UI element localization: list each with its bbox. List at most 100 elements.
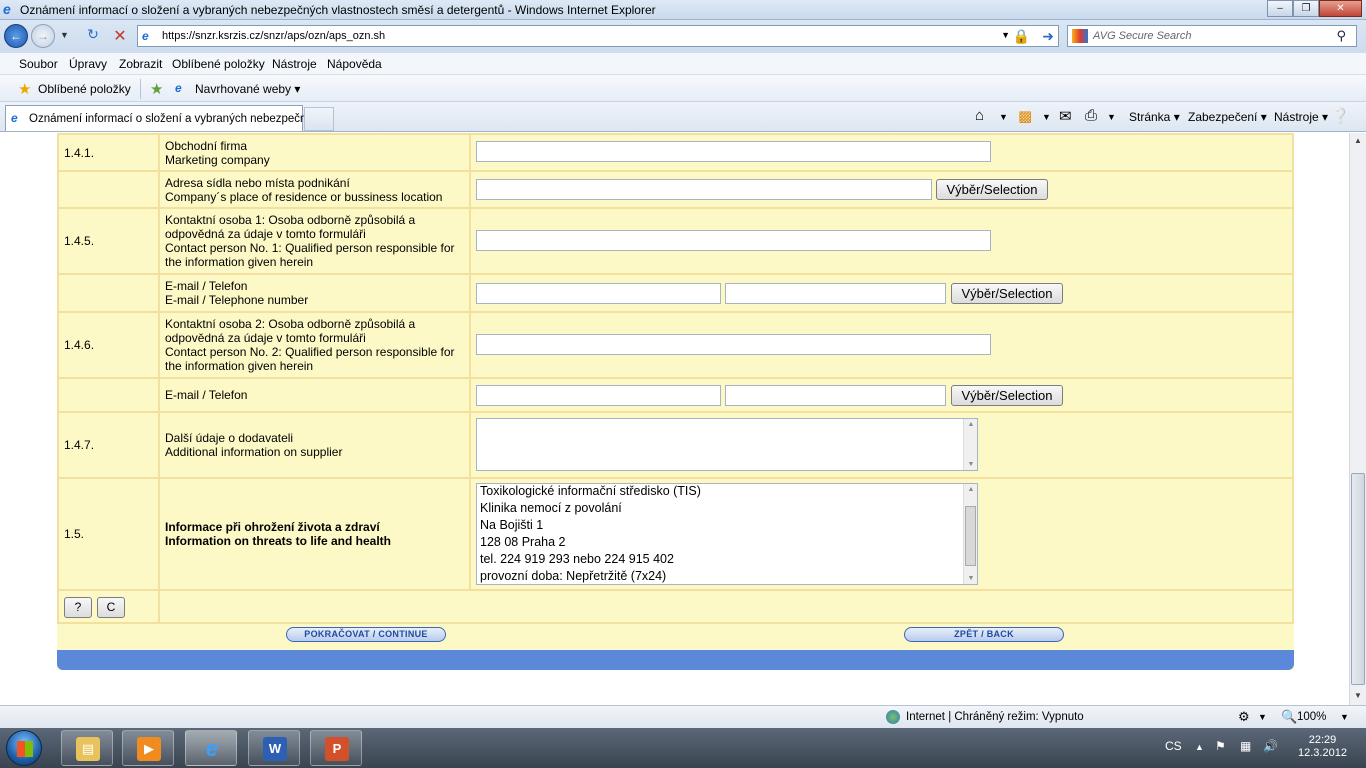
contact-person-1-input[interactable] — [476, 230, 991, 251]
volume-icon[interactable]: 🔊 — [1263, 739, 1278, 753]
zoom-icon[interactable]: 🔍 — [1281, 709, 1297, 725]
tools-menu[interactable]: Nástroje ▾ — [1274, 110, 1328, 124]
supplier-info-textarea[interactable]: ▲ ▼ — [476, 418, 978, 471]
safety-menu[interactable]: Zabezpečení ▾ — [1188, 110, 1267, 124]
email-2-input[interactable] — [476, 385, 721, 406]
folder-icon: ▤ — [76, 737, 100, 761]
start-button[interactable] — [6, 730, 42, 766]
contact-1-selection-button[interactable]: Výběr/Selection — [951, 283, 1063, 304]
close-button[interactable]: ✕ — [1319, 0, 1362, 17]
address-selection-button[interactable]: Výběr/Selection — [936, 179, 1048, 200]
lock-icon[interactable]: 🔒 — [1013, 28, 1030, 45]
menu-view[interactable]: Zobrazit — [119, 57, 162, 71]
search-icon[interactable]: ⚲ — [1336, 28, 1346, 44]
continue-button[interactable]: POKRAČOVAT / CONTINUE — [286, 627, 446, 642]
row-input-cell: ▲ ▼ — [469, 411, 1294, 479]
back-button[interactable]: ← — [4, 24, 28, 48]
contact-2-selection-button[interactable]: Výběr/Selection — [951, 385, 1063, 406]
scroll-up-icon[interactable]: ▲ — [964, 486, 978, 493]
window-title: Oznámení informací o složení a vybraných… — [20, 3, 656, 17]
phone-1-input[interactable] — [725, 283, 946, 304]
suggested-sites-button[interactable]: Navrhované weby ▾ — [195, 82, 300, 96]
row-label: Informace při ohrožení života a zdraví I… — [158, 477, 471, 591]
refresh-icon[interactable]: ↻ — [82, 26, 104, 46]
search-placeholder[interactable]: AVG Secure Search — [1093, 30, 1191, 42]
row-label: Obchodní firma Marketing company — [158, 133, 471, 172]
phone-2-input[interactable] — [725, 385, 946, 406]
new-tab-button[interactable] — [304, 107, 334, 131]
minimize-button[interactable]: – — [1267, 0, 1293, 17]
menu-file[interactable]: Soubor — [19, 57, 58, 71]
scroll-up-icon[interactable]: ▲ — [1350, 133, 1366, 149]
language-indicator[interactable]: CS — [1165, 739, 1182, 753]
zoom-level[interactable]: 100% — [1297, 711, 1326, 723]
search-box[interactable]: AVG Secure Search ⚲ — [1067, 25, 1357, 47]
taskbar-word[interactable]: W — [248, 730, 300, 766]
show-hidden-icons[interactable]: ▲ — [1195, 742, 1204, 752]
scroll-down-icon[interactable]: ▼ — [964, 461, 978, 468]
scroll-up-icon[interactable]: ▲ — [964, 421, 978, 428]
history-dropdown-icon[interactable]: ▼ — [60, 30, 69, 40]
mail-icon[interactable]: ✉ — [1059, 107, 1072, 125]
url-dropdown-icon[interactable]: ▼ — [1001, 30, 1010, 40]
menu-tools[interactable]: Nástroje — [272, 57, 317, 71]
back-link-button[interactable]: ZPĚT / BACK — [904, 627, 1064, 642]
menu-edit[interactable]: Úpravy — [69, 57, 107, 71]
menu-favorites[interactable]: Oblíbené položky — [172, 57, 265, 71]
help-icon[interactable]: ❔ — [1331, 107, 1350, 125]
action-center-icon[interactable]: ⚑ — [1215, 739, 1226, 753]
restore-button[interactable]: ❐ — [1293, 0, 1319, 17]
go-icon[interactable]: ➜ — [1042, 28, 1054, 45]
tab-title[interactable]: Oznámení informací o složení a vybraných… — [29, 113, 316, 125]
clear-button[interactable]: C — [97, 597, 125, 618]
security-zone-text[interactable]: Internet | Chráněný režim: Vypnuto — [906, 711, 1084, 723]
row-input-cell: Výběr/Selection — [469, 170, 1294, 209]
system-clock[interactable]: 22:29 12.3.2012 — [1298, 734, 1347, 760]
textarea-scrollbar[interactable]: ▲ ▼ — [963, 419, 977, 470]
button-cell: ? C — [57, 589, 160, 624]
rss-icon[interactable]: ▩ — [1018, 107, 1032, 125]
stop-icon[interactable]: ✕ — [110, 26, 130, 46]
textarea-scroll-thumb[interactable] — [965, 506, 976, 566]
row-label: Adresa sídla nebo místa podnikání Compan… — [158, 170, 471, 209]
home-icon[interactable]: ⌂ — [975, 107, 984, 124]
rss-dropdown-icon[interactable]: ▼ — [1042, 112, 1051, 122]
avg-logo-icon — [1072, 29, 1088, 43]
contact-person-2-input[interactable] — [476, 334, 991, 355]
zoom-dropdown-icon[interactable]: ▼ — [1340, 712, 1349, 722]
page-scrollbar[interactable]: ▲ ▼ — [1349, 133, 1366, 705]
label-cz: Obchodní firma — [165, 138, 248, 153]
threat-info-textarea[interactable]: Toxikologické informační středisko (TIS)… — [476, 483, 978, 585]
taskbar-media-player[interactable]: ▶ — [122, 730, 174, 766]
address-input[interactable] — [476, 179, 932, 200]
protected-mode-icon[interactable]: ⚙ — [1238, 709, 1250, 725]
menu-help[interactable]: Nápověda — [327, 57, 382, 71]
network-icon[interactable]: ▦ — [1240, 739, 1251, 753]
taskbar-internet-explorer[interactable]: e — [185, 730, 237, 766]
scroll-down-icon[interactable]: ▼ — [1350, 688, 1366, 704]
page-scroll-thumb[interactable] — [1351, 473, 1365, 685]
row-number: 1.4.6. — [57, 311, 160, 379]
label-cz: Informace při ohrožení života a zdraví — [165, 520, 380, 534]
email-1-input[interactable] — [476, 283, 721, 304]
taskbar-explorer[interactable]: ▤ — [61, 730, 113, 766]
taskbar-powerpoint[interactable]: P — [310, 730, 362, 766]
address-bar[interactable]: e https://snzr.ksrzis.cz/snzr/aps/ozn/ap… — [137, 25, 1059, 47]
home-dropdown-icon[interactable]: ▼ — [999, 112, 1008, 122]
help-button[interactable]: ? — [64, 597, 92, 618]
add-favorite-icon[interactable]: ★ — [150, 80, 163, 98]
scroll-down-icon[interactable]: ▼ — [964, 575, 978, 582]
url-text[interactable]: https://snzr.ksrzis.cz/snzr/aps/ozn/aps_… — [162, 30, 385, 42]
favorites-button[interactable]: Oblíbené položky — [38, 82, 131, 96]
table-row: 1.4.7. Další údaje o dodavateli Addition… — [57, 411, 1294, 479]
ie-icon: e — [205, 736, 219, 761]
page-menu[interactable]: Stránka ▾ — [1129, 110, 1180, 124]
textarea-scrollbar[interactable]: ▲ ▼ — [963, 484, 977, 584]
favorites-star-icon[interactable]: ★ — [18, 80, 31, 98]
protected-dropdown-icon[interactable]: ▼ — [1258, 712, 1267, 722]
marketing-company-input[interactable] — [476, 141, 991, 162]
print-icon[interactable]: ⎙ — [1085, 107, 1097, 124]
tab-active[interactable]: e Oznámení informací o složení a vybraný… — [5, 105, 316, 131]
forward-button[interactable]: → — [31, 24, 55, 48]
print-dropdown-icon[interactable]: ▼ — [1107, 112, 1116, 122]
